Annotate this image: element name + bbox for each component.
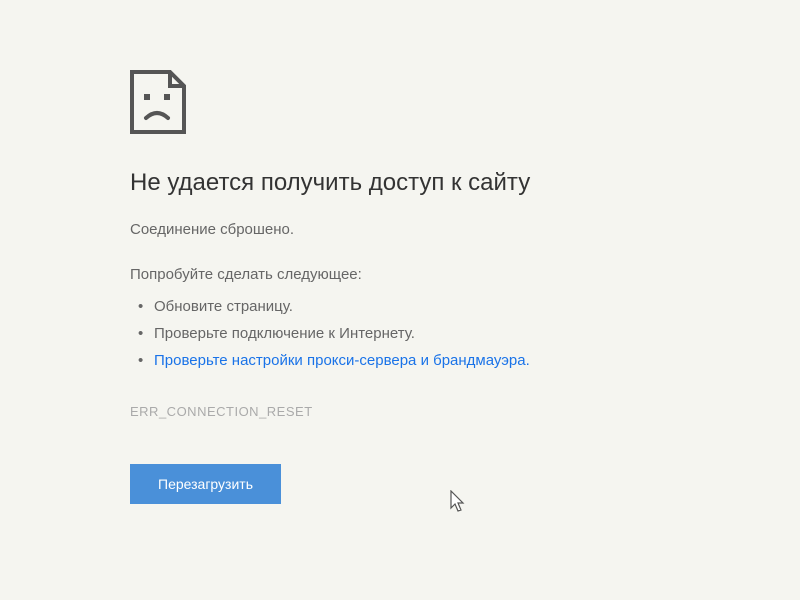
sad-page-icon xyxy=(130,70,186,134)
error-message: Соединение сброшено. xyxy=(130,221,670,238)
suggestions-list: Обновите страницу. Проверьте подключение… xyxy=(130,293,670,374)
error-code: ERR_CONNECTION_RESET xyxy=(130,404,670,419)
suggestion-item: Проверьте подключение к Интернету. xyxy=(154,320,670,347)
suggestion-item: Обновите страницу. xyxy=(154,293,670,320)
reload-button[interactable]: Перезагрузить xyxy=(130,464,281,504)
sad-page-icon-container xyxy=(130,70,670,134)
error-title: Не удается получить доступ к сайту xyxy=(130,169,670,197)
suggestions-intro: Попробуйте сделать следующее: xyxy=(130,266,670,283)
suggestion-item: Проверьте настройки прокси-сервера и бра… xyxy=(154,347,670,374)
cursor-arrow-icon xyxy=(450,490,468,514)
proxy-firewall-link[interactable]: Проверьте настройки прокси-сервера и бра… xyxy=(154,352,530,369)
